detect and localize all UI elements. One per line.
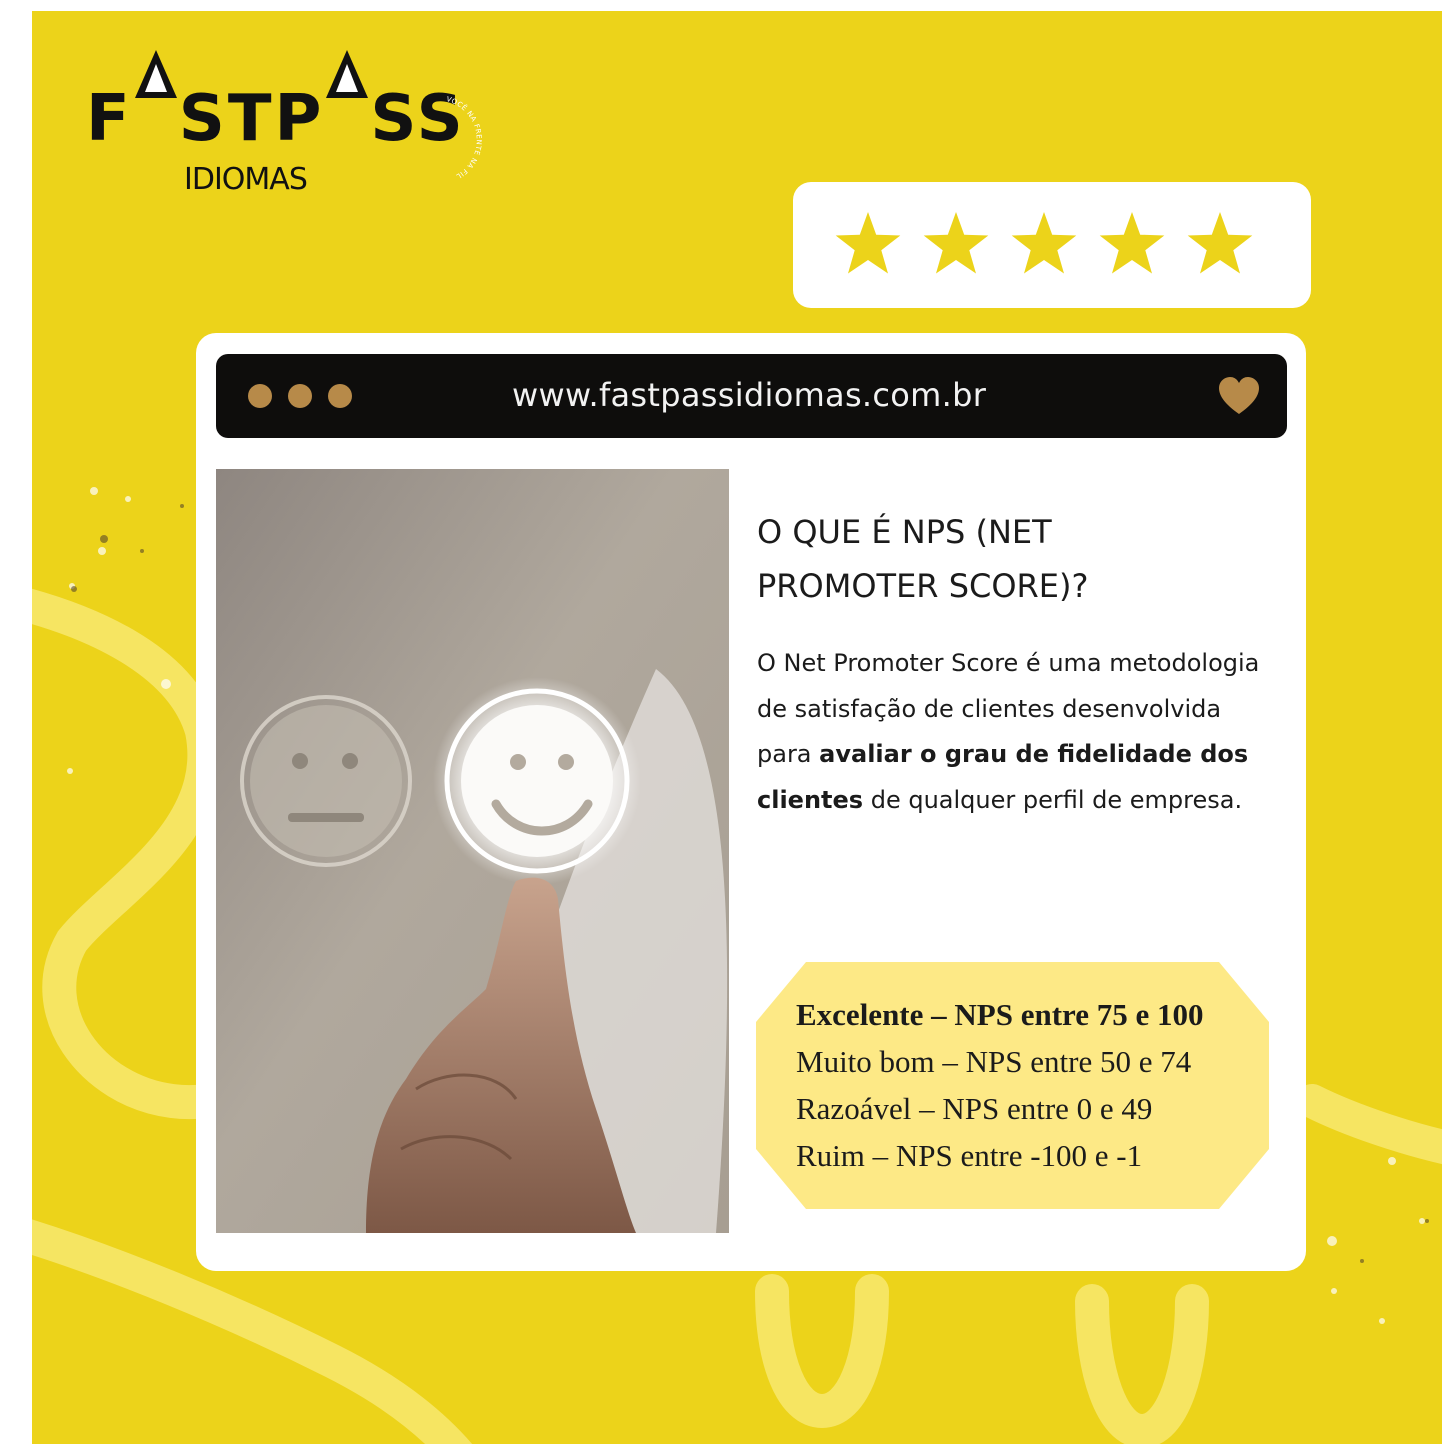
rating-card	[793, 182, 1311, 308]
browser-window: www.fastpassidiomas.com.br O QUE É NPS (…	[196, 333, 1306, 1271]
nps-range-reasonable: Razoável – NPS entre 0 e 49	[796, 1091, 1153, 1126]
star-icon	[1099, 212, 1165, 274]
star-icon	[923, 212, 989, 274]
window-dot-icon	[248, 384, 272, 408]
star-icon	[835, 212, 901, 274]
nps-range-excellent: Excelente – NPS entre 75 e 100	[796, 997, 1204, 1032]
smiley-photo	[216, 469, 729, 1233]
window-dot-icon	[288, 384, 312, 408]
url-bar: www.fastpassidiomas.com.br	[216, 354, 1287, 438]
article-body: O Net Promoter Score é uma metodologia d…	[757, 649, 1260, 814]
star-icon	[1187, 212, 1253, 274]
heart-icon	[1219, 377, 1259, 414]
poster: FSTPSS IDIOMAS VOCÊ NA FRENTE NA FILA PA…	[32, 11, 1442, 1444]
article-title: O QUE É NPS (NET PROMOTER SCORE)?	[757, 513, 1089, 605]
logo-seal: VOCÊ NA FRENTE NA FILA PARA O SUCESSO	[386, 87, 483, 179]
brand-logo: FSTPSS IDIOMAS VOCÊ NA FRENTE NA FILA PA…	[86, 50, 506, 217]
url-text: www.fastpassidiomas.com.br	[512, 376, 987, 414]
rating-stars	[835, 212, 1253, 274]
star-icon	[1011, 212, 1077, 274]
svg-text:VOCÊ NA FRENTE NA FILA PARA O: VOCÊ NA FRENTE NA FILA PARA O SUCESSO	[386, 87, 483, 179]
logo-subtitle: IDIOMAS	[184, 162, 308, 197]
nps-range-bad: Ruim – NPS entre -100 e -1	[796, 1138, 1143, 1173]
nps-range-very-good: Muito bom – NPS entre 50 e 74	[796, 1044, 1192, 1079]
window-dot-icon	[328, 384, 352, 408]
nps-ranges-box: Excelente – NPS entre 75 e 100 Muito bom…	[756, 962, 1269, 1209]
